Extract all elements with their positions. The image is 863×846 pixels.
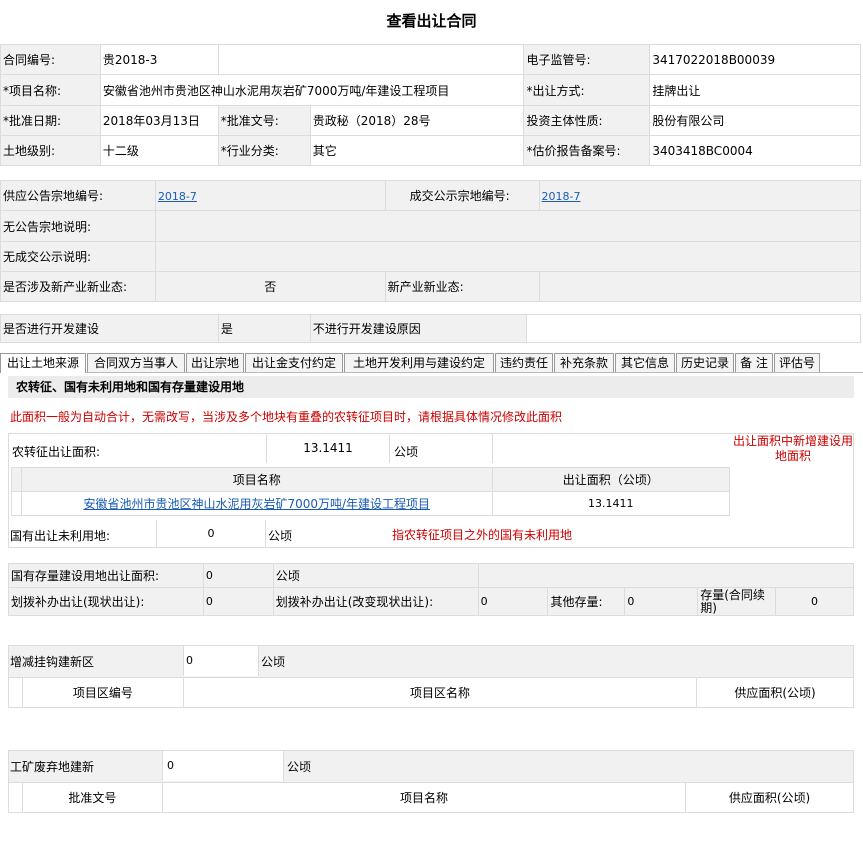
project-area: 13.1411	[491, 491, 730, 516]
project-link[interactable]: 安徽省池州市贵池区神山水泥用灰岩矿7000万吨/年建设工程项目	[83, 497, 430, 511]
other-stock-label: 其他存量:	[547, 587, 626, 616]
farm-area-value: 13.1411	[266, 434, 390, 463]
ecode-label: 电子监管号:	[523, 44, 651, 75]
tab-payment[interactable]: 出让金支付约定	[245, 353, 343, 372]
col-project-name: 项目名称	[20, 467, 493, 492]
tab-bar: 出让土地来源 合同双方当事人 出让宗地 出让金支付约定 土地开发利用与建设约定 …	[0, 353, 863, 373]
mine-col-name: 项目名称	[161, 782, 687, 813]
page-title: 查看出让合同	[386, 12, 477, 30]
contract-header-table: 合同编号: 贵2018-3 电子监管号: 3417022018B00039 *项…	[0, 44, 861, 166]
develop-table: 是否进行开发建设 是 不进行开发建设原因	[0, 314, 862, 343]
investor-label: 投资主体性质:	[523, 105, 651, 136]
tab-assessment[interactable]: 评估号	[774, 353, 820, 372]
project-name: 安徽省池州市贵池区神山水泥用灰岩矿7000万吨/年建设工程项目	[99, 74, 525, 106]
alloc-value: 0	[202, 587, 274, 616]
approve-date-label: *批准日期:	[0, 105, 101, 136]
approve-doc: 贵政秘（2018）28号	[309, 105, 525, 136]
ecode: 3417022018B00039	[649, 44, 861, 75]
col-transfer-area: 出让面积（公顷）	[491, 467, 730, 492]
no-deal-value	[154, 241, 862, 272]
mine-value: 0	[162, 751, 284, 781]
tab-land-source[interactable]: 出让土地来源	[0, 353, 86, 373]
contract-no-label: 合同编号:	[0, 44, 101, 75]
renew-label: 存量(合同续期)	[697, 587, 777, 616]
section-title: 农转征、国有未利用地和国有存量建设用地	[8, 376, 854, 398]
farm-area-label: 农转征出让面积:	[12, 445, 101, 459]
develop-value: 是	[217, 314, 311, 343]
state-unused-note: 指农转征项目之外的国有未利用地	[392, 528, 573, 542]
link-label: 增减挂钩建新区	[10, 655, 95, 669]
stock-unit: 公顷	[272, 563, 479, 588]
land-level: 十二级	[99, 135, 219, 166]
other-stock-value: 0	[624, 587, 699, 616]
deal-no-link[interactable]: 2018-7	[542, 190, 581, 203]
approve-date: 2018年03月13日	[99, 105, 219, 136]
transfer-method: 挂牌出让	[649, 74, 861, 106]
approve-doc-label: *批准文号:	[217, 105, 311, 136]
no-notice-value	[154, 210, 862, 242]
state-unused-value: 0	[156, 520, 266, 548]
develop-label: 是否进行开发建设	[0, 314, 219, 343]
new-industry-value: 否	[154, 271, 386, 302]
deal-no-label: 成交公示宗地编号:	[384, 180, 540, 211]
alloc-change-label: 划拨补办出让(改变现状出让):	[272, 587, 479, 616]
no-deal-label: 无成交公示说明:	[0, 241, 156, 272]
estimate-label: *估价报告备案号:	[523, 135, 651, 166]
new-industry-label: 是否涉及新产业新业态:	[0, 271, 156, 302]
area-notice: 此面积一般为自动合计，无需改写，当涉及多个地块有重叠的农转征项目时，请根据具体情…	[10, 410, 563, 424]
state-unused-label: 国有出让未利用地:	[10, 529, 111, 543]
industry-label: *行业分类:	[217, 135, 311, 166]
no-develop-label: 不进行开发建设原因	[309, 314, 527, 343]
link-unit: 公顷	[261, 655, 286, 669]
link-table: 项目区编号 项目区名称 供应面积(公顷)	[8, 677, 854, 708]
link-value: 0	[183, 646, 259, 676]
no-develop-value	[525, 314, 862, 343]
alloc-change-value: 0	[477, 587, 549, 616]
link-col-name: 项目区名称	[182, 677, 698, 708]
mine-label: 工矿废弃地建新	[10, 760, 95, 774]
tab-development[interactable]: 土地开发利用与建设约定	[344, 353, 494, 372]
mine-col-area: 供应面积(公顷)	[685, 782, 854, 813]
contract-no: 贵2018-3	[99, 44, 219, 75]
tab-history[interactable]: 历史记录	[676, 353, 734, 372]
renew-value: 0	[775, 587, 854, 616]
mine-table: 批准文号 项目名称 供应面积(公顷)	[8, 782, 854, 813]
tab-breach[interactable]: 违约责任	[495, 353, 553, 372]
notice-no-label: 供应公告宗地编号:	[0, 180, 156, 211]
notice-no-link[interactable]: 2018-7	[158, 190, 197, 203]
tab-other-info[interactable]: 其它信息	[615, 353, 675, 372]
land-level-label: 土地级别:	[0, 135, 101, 166]
stock-label: 国有存量建设用地出让面积:	[8, 563, 204, 588]
industry: 其它	[309, 135, 525, 166]
estimate: 3403418BC0004	[649, 135, 861, 166]
link-col-code: 项目区编号	[21, 677, 184, 708]
stock-table: 国有存量建设用地出让面积: 0 公顷 划拨补办出让(现状出让): 0 划拨补办出…	[8, 563, 855, 616]
project-name-label: *项目名称:	[0, 74, 101, 106]
tab-supplement[interactable]: 补充条款	[554, 353, 614, 372]
tab-parcel[interactable]: 出让宗地	[186, 353, 244, 372]
table-row: 安徽省池州市贵池区神山水泥用灰岩矿7000万吨/年建设工程项目 13.1411	[11, 491, 730, 516]
investor: 股份有限公司	[649, 105, 861, 136]
new-build-note: 出让面积中新增建设用地面积	[732, 434, 853, 463]
transfer-method-label: *出让方式:	[523, 74, 651, 106]
tab-remarks[interactable]: 备 注	[735, 353, 773, 372]
mine-col-doc: 批准文号	[21, 782, 163, 813]
new-industry-type-value	[538, 271, 861, 302]
state-unused-unit: 公顷	[268, 529, 293, 543]
link-col-area: 供应面积(公顷)	[696, 677, 854, 708]
alloc-label: 划拨补办出让(现状出让):	[8, 587, 204, 616]
project-table: 项目名称 出让面积（公顷） 安徽省池州市贵池区神山水泥用灰岩矿7000万吨/年建…	[11, 467, 730, 516]
mine-unit: 公顷	[287, 760, 312, 774]
tab-parties[interactable]: 合同双方当事人	[87, 353, 185, 372]
farm-area-spacer	[492, 434, 732, 463]
farm-area-unit: 公顷	[394, 445, 419, 459]
supply-table: 供应公告宗地编号: 2018-7 成交公示宗地编号: 2018-7 无公告宗地说…	[0, 180, 862, 302]
no-notice-label: 无公告宗地说明:	[0, 210, 156, 242]
stock-value: 0	[202, 563, 274, 588]
new-industry-type-label: 新产业新业态:	[384, 271, 540, 302]
